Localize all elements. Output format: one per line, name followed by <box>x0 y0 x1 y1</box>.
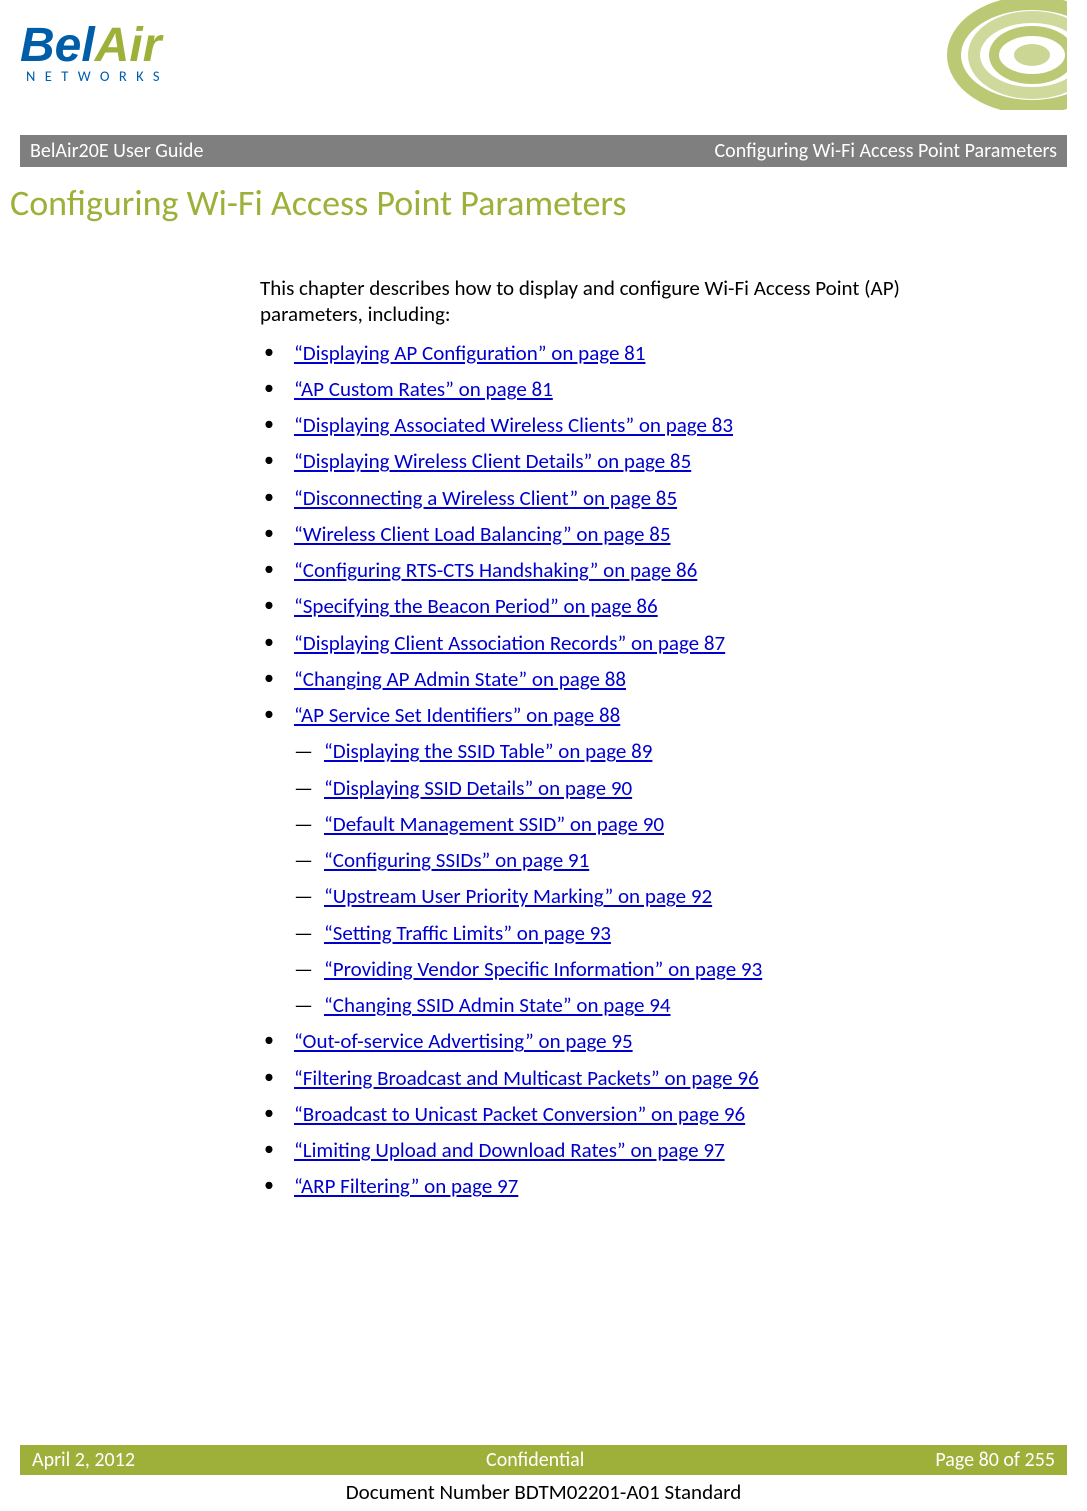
belair-logo: BelAir NETWORKS <box>20 18 220 85</box>
chapter-title: Configuring Wi-Fi Access Point Parameter… <box>10 181 1067 225</box>
toc-item: “Specifying the Beacon Period” on page 8… <box>260 593 1007 619</box>
toc-link[interactable]: “Displaying Client Association Records” … <box>294 630 725 656</box>
toc-sub-link[interactable]: “Displaying SSID Details” on page 90 <box>324 775 632 801</box>
brand-part-bel: Bel <box>20 19 95 72</box>
toc-sub-link[interactable]: “Configuring SSIDs” on page 91 <box>324 847 589 873</box>
em-dash-icon: — <box>294 883 313 909</box>
footer-confidentiality: Confidential <box>486 1448 584 1472</box>
toc-link[interactable]: “Filtering Broadcast and Multicast Packe… <box>294 1065 759 1091</box>
toc-item: “Displaying Associated Wireless Clients”… <box>260 412 1007 438</box>
toc-sub-link[interactable]: “Default Management SSID” on page 90 <box>324 811 664 837</box>
toc-sub-list: —“Displaying the SSID Table” on page 89—… <box>294 738 1007 1018</box>
toc-item: “ARP Filtering” on page 97 <box>260 1173 1007 1199</box>
toc-item: “Configuring RTS-CTS Handshaking” on pag… <box>260 557 1007 583</box>
toc-sub-link[interactable]: “Displaying the SSID Table” on page 89 <box>324 738 652 764</box>
toc-item: “AP Custom Rates” on page 81 <box>260 376 1007 402</box>
toc-item: “Filtering Broadcast and Multicast Packe… <box>260 1065 1007 1091</box>
toc-sub-link[interactable]: “Upstream User Priority Marking” on page… <box>324 883 712 909</box>
intro-paragraph: This chapter describes how to display an… <box>260 275 1007 328</box>
toc-item: “Displaying Wireless Client Details” on … <box>260 448 1007 474</box>
toc-item: “Displaying AP Configuration” on page 81 <box>260 340 1007 366</box>
toc-link[interactable]: “Configuring RTS-CTS Handshaking” on pag… <box>294 557 697 583</box>
footer-date: April 2, 2012 <box>32 1448 135 1472</box>
body-area: Configuring Wi-Fi Access Point Parameter… <box>0 167 1087 1200</box>
toc-item: “Changing AP Admin State” on page 88 <box>260 666 1007 692</box>
toc-item: “Wireless Client Load Balancing” on page… <box>260 521 1007 547</box>
toc-link[interactable]: “Wireless Client Load Balancing” on page… <box>294 521 671 547</box>
toc-sub-item: — “Displaying SSID Details” on page 90 <box>294 775 1007 801</box>
brand-wordmark: BelAir <box>20 18 220 73</box>
toc-sub-item: — “Upstream User Priority Marking” on pag… <box>294 883 1007 909</box>
em-dash-icon: — <box>294 956 313 982</box>
page-header-area: BelAir NETWORKS <box>0 0 1087 135</box>
toc-item: “Out-of-service Advertising” on page 95 <box>260 1028 1007 1054</box>
toc-link[interactable]: “Specifying the Beacon Period” on page 8… <box>294 593 658 619</box>
toc-sub-link[interactable]: “Providing Vendor Specific Information” … <box>324 956 762 982</box>
toc-link[interactable]: “ARP Filtering” on page 97 <box>294 1173 518 1199</box>
em-dash-icon: — <box>294 920 313 946</box>
toc-link[interactable]: “Disconnecting a Wireless Client” on pag… <box>294 485 677 511</box>
toc-item: “Disconnecting a Wireless Client” on pag… <box>260 485 1007 511</box>
toc-link[interactable]: “AP Custom Rates” on page 81 <box>294 376 553 402</box>
em-dash-icon: — <box>294 847 313 873</box>
document-page: BelAir NETWORKS BelAir20E User Guide Con… <box>0 0 1087 1511</box>
toc-link[interactable]: “Out-of-service Advertising” on page 95 <box>294 1028 633 1054</box>
brand-part-air: Air <box>95 19 162 72</box>
em-dash-icon: — <box>294 738 313 764</box>
toc-sub-item: — “Configuring SSIDs” on page 91 <box>294 847 1007 873</box>
toc-link[interactable]: “Displaying AP Configuration” on page 81 <box>294 340 645 366</box>
toc-link[interactable]: “AP Service Set Identifiers” on page 88 <box>294 702 620 728</box>
em-dash-icon: — <box>294 811 313 837</box>
toc-item: “AP Service Set Identifiers” on page 88 —… <box>260 702 1007 1018</box>
em-dash-icon: — <box>294 992 313 1018</box>
toc-list: “Displaying AP Configuration” on page 81… <box>260 340 1007 1200</box>
header-bar-right: Configuring Wi-Fi Access Point Parameter… <box>715 139 1057 163</box>
toc-link[interactable]: “Displaying Associated Wireless Clients”… <box>294 412 733 438</box>
toc-sub-item: — “Displaying the SSID Table” on page 89 <box>294 738 1007 764</box>
body-column: This chapter describes how to display an… <box>260 275 1007 1200</box>
footer-bar: April 2, 2012 Confidential Page 80 of 25… <box>20 1445 1067 1475</box>
toc-sub-item: — “Providing Vendor Specific Information”… <box>294 956 1007 982</box>
toc-item: “Broadcast to Unicast Packet Conversion”… <box>260 1101 1007 1127</box>
document-number: Document Number BDTM02201-A01 Standard <box>0 1479 1087 1505</box>
swoosh-logo-icon <box>947 0 1067 110</box>
toc-link[interactable]: “Broadcast to Unicast Packet Conversion”… <box>294 1101 745 1127</box>
brand-subtitle: NETWORKS <box>26 67 220 85</box>
toc-link[interactable]: “Limiting Upload and Download Rates” on … <box>294 1137 725 1163</box>
toc-sub-link[interactable]: “Setting Traffic Limits” on page 93 <box>324 920 611 946</box>
header-bar: BelAir20E User Guide Configuring Wi-Fi A… <box>20 135 1067 167</box>
toc-link[interactable]: “Changing AP Admin State” on page 88 <box>294 666 626 692</box>
toc-item: “Displaying Client Association Records” … <box>260 630 1007 656</box>
toc-sub-item: — “Changing SSID Admin State” on page 94 <box>294 992 1007 1018</box>
em-dash-icon: — <box>294 775 313 801</box>
toc-item: “Limiting Upload and Download Rates” on … <box>260 1137 1007 1163</box>
toc-sub-link[interactable]: “Changing SSID Admin State” on page 94 <box>324 992 671 1018</box>
toc-sub-item: — “Default Management SSID” on page 90 <box>294 811 1007 837</box>
toc-sub-item: — “Setting Traffic Limits” on page 93 <box>294 920 1007 946</box>
header-bar-left: BelAir20E User Guide <box>30 139 203 163</box>
toc-link[interactable]: “Displaying Wireless Client Details” on … <box>294 448 691 474</box>
footer-page-number: Page 80 of 255 <box>935 1448 1055 1472</box>
